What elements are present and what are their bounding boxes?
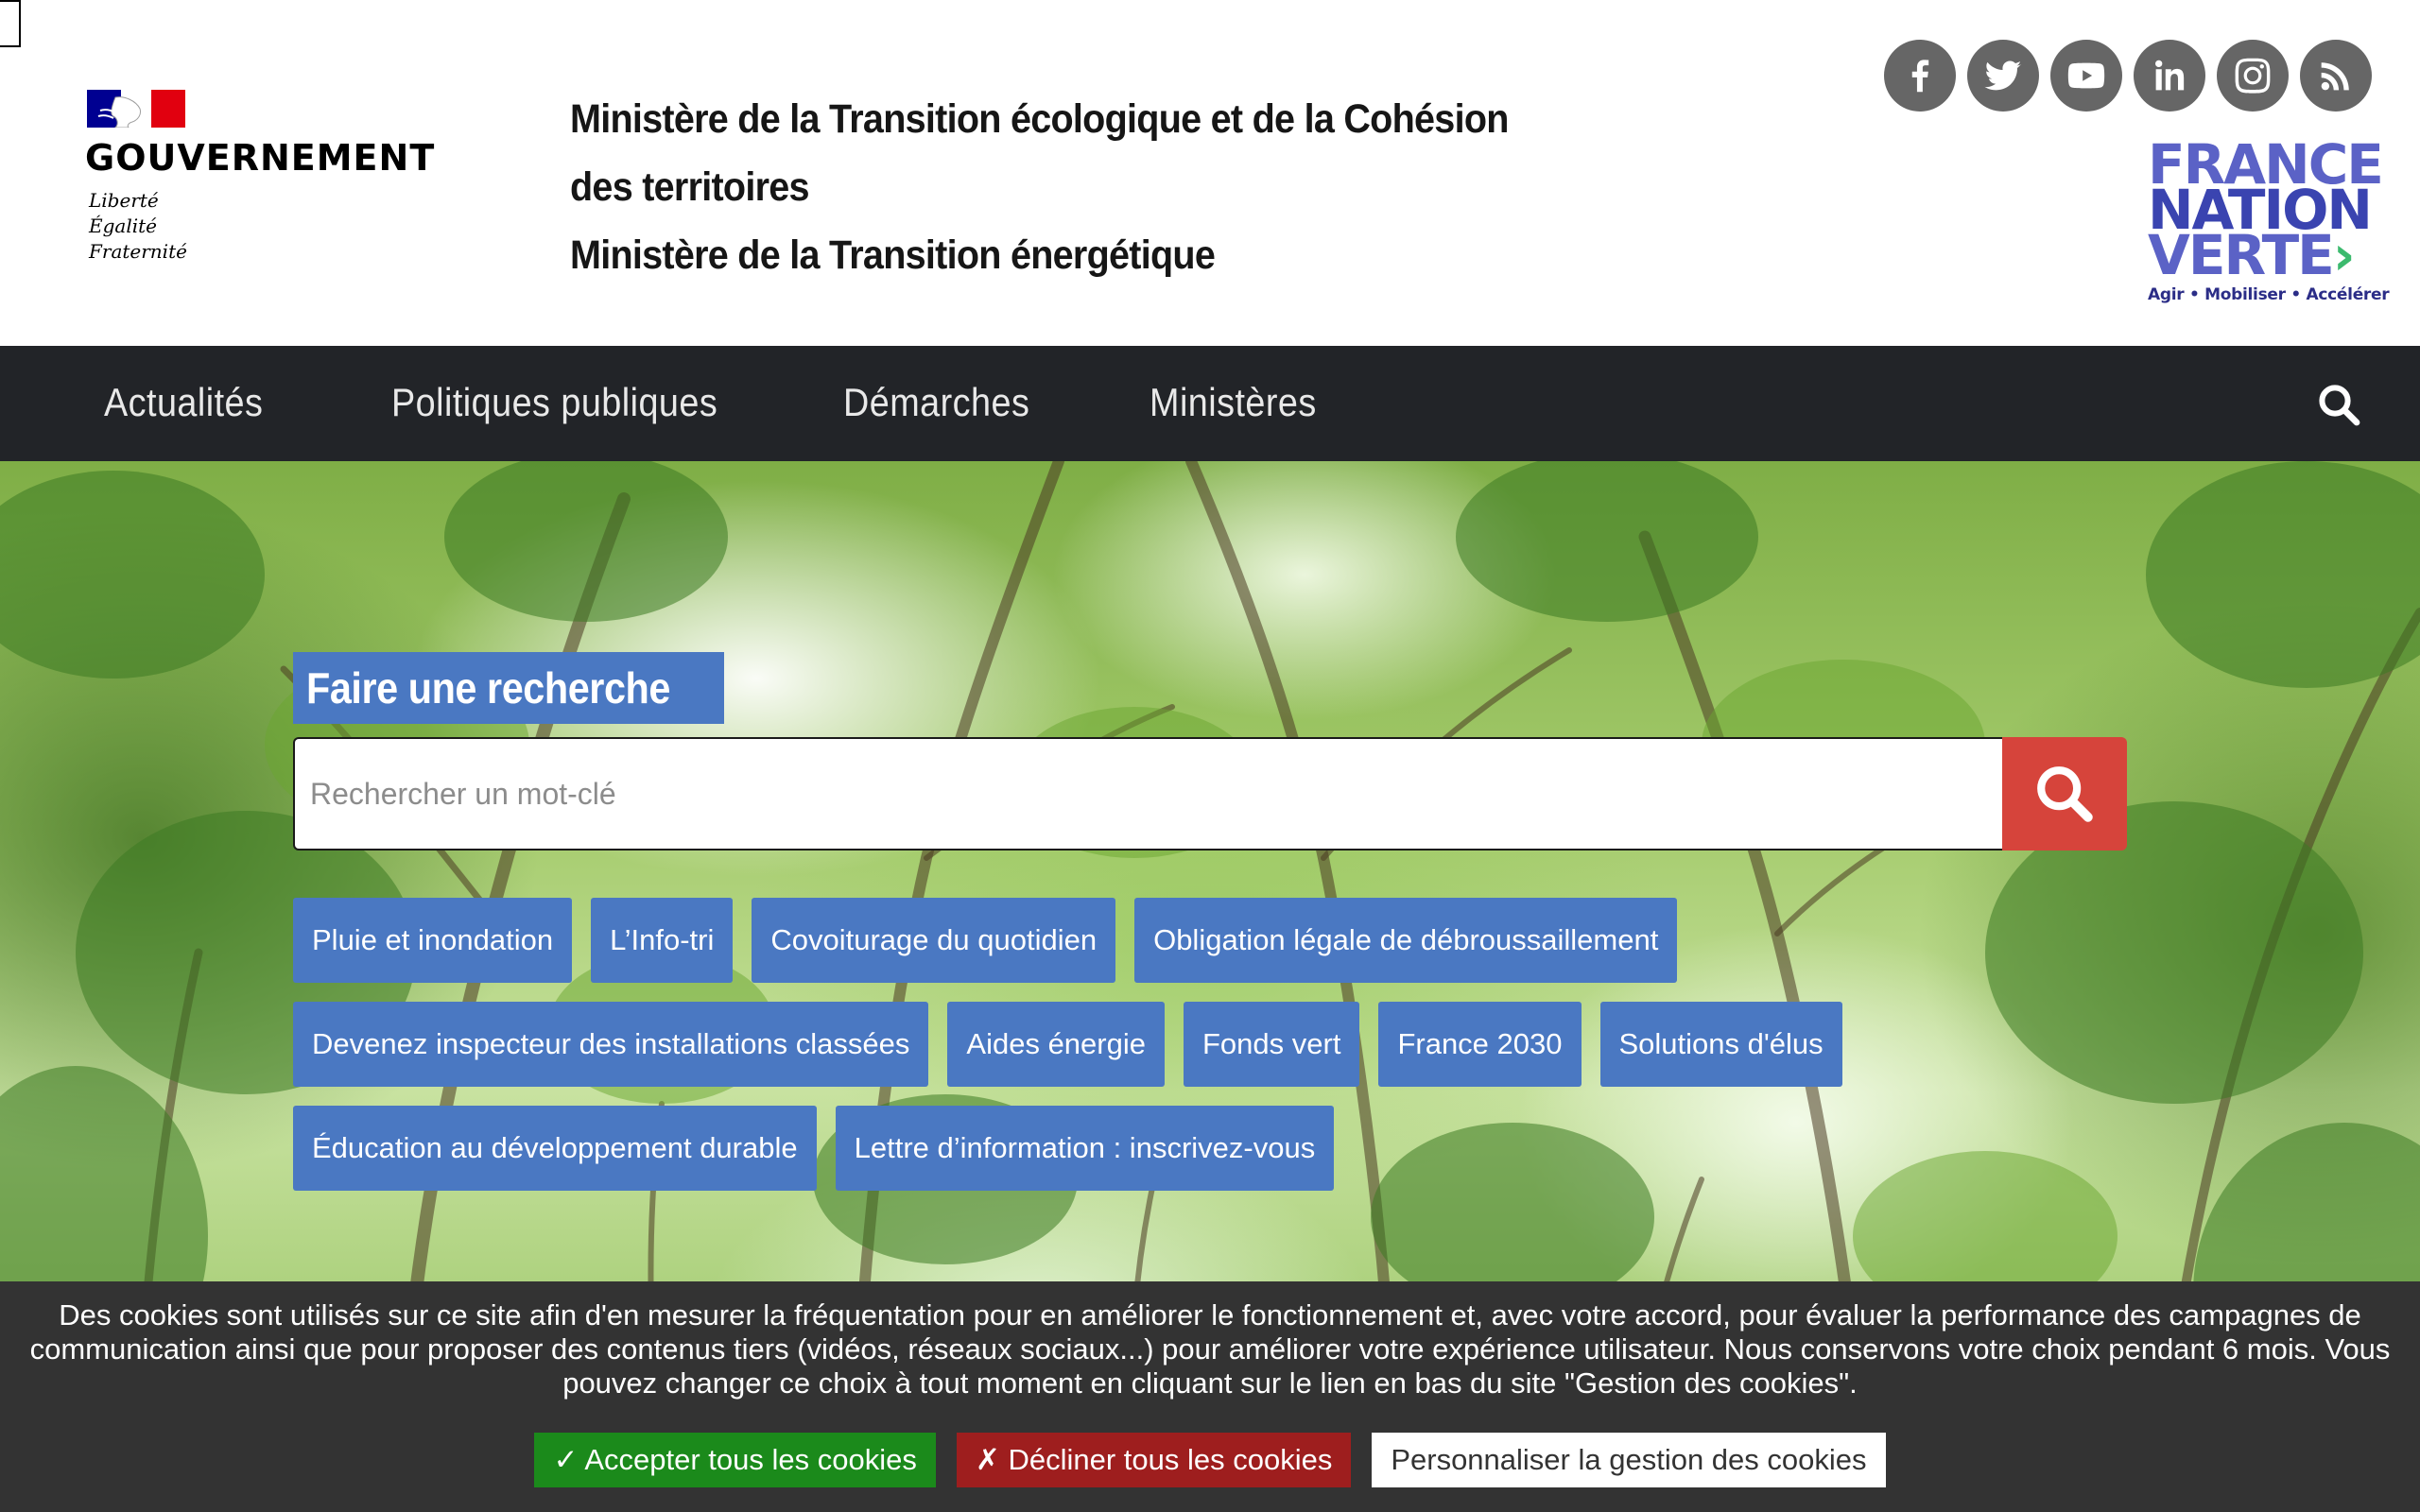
cookie-banner: Des cookies sont utilisés sur ce site af… xyxy=(0,1281,2420,1512)
tag-france-2030[interactable]: France 2030 xyxy=(1378,1002,1582,1087)
cookie-actions: ✓ Accepter tous les cookies ✗ Décliner t… xyxy=(0,1433,2420,1487)
tag-aides-energie[interactable]: Aides énergie xyxy=(947,1002,1165,1087)
search-title: Faire une recherche xyxy=(293,652,724,724)
ministry-title[interactable]: Ministère de la Transition écologique et… xyxy=(570,85,1509,289)
cookie-banner-text: Des cookies sont utilisés sur ce site af… xyxy=(29,1298,2391,1400)
social-links xyxy=(1884,40,2372,112)
skip-link[interactable] xyxy=(0,0,21,47)
tag-lettre-information[interactable]: Lettre d’information : inscrivez-vous xyxy=(835,1106,1335,1191)
quick-links: Pluie et inondation L’Info-tri Covoitura… xyxy=(293,898,1900,1210)
government-wordmark: GOUVERNEMENT xyxy=(85,137,436,179)
tag-solutions-elus[interactable]: Solutions d'élus xyxy=(1599,1002,1842,1087)
twitter-icon[interactable] xyxy=(1967,40,2039,112)
france-nation-verte-logo[interactable]: FRANCE NATION VERTE› Agir • Mobiliser • … xyxy=(2148,137,2390,308)
tag-pluie-inondation[interactable]: Pluie et inondation xyxy=(293,898,573,983)
tag-covoiturage[interactable]: Covoiturage du quotidien xyxy=(752,898,1116,983)
search-input[interactable] xyxy=(293,737,2002,850)
fnv-tagline: Agir • Mobiliser • Accélérer xyxy=(2148,285,2390,304)
search-icon[interactable] xyxy=(2316,382,2361,427)
chevron-right-icon: › xyxy=(2332,223,2356,287)
facebook-icon[interactable] xyxy=(1884,40,1956,112)
tag-fonds-vert[interactable]: Fonds vert xyxy=(1183,1002,1360,1087)
linkedin-icon[interactable] xyxy=(2134,40,2205,112)
nav-item-demarches[interactable]: Démarches xyxy=(843,380,1029,425)
fnv-line-3-text: VERTE xyxy=(2148,223,2335,287)
customize-cookies-button[interactable]: Personnaliser la gestion des cookies xyxy=(1372,1433,1886,1487)
instagram-icon[interactable] xyxy=(2217,40,2289,112)
accept-cookies-button[interactable]: ✓ Accepter tous les cookies xyxy=(534,1433,936,1487)
quick-links-row-1: Pluie et inondation L’Info-tri Covoitura… xyxy=(293,898,1900,983)
decline-cookies-button[interactable]: ✗ Décliner tous les cookies xyxy=(956,1433,1352,1487)
government-logo[interactable]: GOUVERNEMENT Liberté Égalité Fraternité xyxy=(85,90,434,269)
ministry-line-1: Ministère de la Transition écologique et… xyxy=(570,96,1509,142)
main-nav: Actualités Politiques publiques Démarche… xyxy=(0,346,2420,461)
nav-item-actualites[interactable]: Actualités xyxy=(104,380,263,425)
nav-item-politiques-publiques[interactable]: Politiques publiques xyxy=(391,380,717,425)
tag-debroussaillement[interactable]: Obligation légale de débroussaillement xyxy=(1134,898,1678,983)
fnv-line-3: VERTE› xyxy=(2148,228,2375,283)
quick-links-row-2: Devenez inspecteur des installations cla… xyxy=(293,1002,1900,1087)
quick-links-row-3: Éducation au développement durable Lettr… xyxy=(293,1106,1900,1191)
tag-education-developpement-durable[interactable]: Éducation au développement durable xyxy=(293,1106,817,1191)
ministry-line-2: des territoires xyxy=(570,164,810,210)
nav-item-ministeres[interactable]: Ministères xyxy=(1150,380,1317,425)
youtube-icon[interactable] xyxy=(2050,40,2122,112)
rss-icon[interactable] xyxy=(2300,40,2372,112)
search-icon xyxy=(2037,766,2093,822)
marianne-icon xyxy=(87,90,185,128)
tag-inspecteur-installations[interactable]: Devenez inspecteur des installations cla… xyxy=(293,1002,929,1087)
tag-info-tri[interactable]: L’Info-tri xyxy=(591,898,734,983)
site-header: GOUVERNEMENT Liberté Égalité Fraternité … xyxy=(0,0,2420,346)
ministry-line-3: Ministère de la Transition énergétique xyxy=(570,232,1216,278)
search-title-text: Faire une recherche xyxy=(306,663,670,713)
government-motto: Liberté Égalité Fraternité xyxy=(89,188,187,265)
motto-egalite: Égalité xyxy=(89,215,157,237)
motto-fraternite: Fraternité xyxy=(89,240,187,263)
search-submit-button[interactable] xyxy=(2002,737,2127,850)
motto-liberte: Liberté xyxy=(89,189,159,212)
